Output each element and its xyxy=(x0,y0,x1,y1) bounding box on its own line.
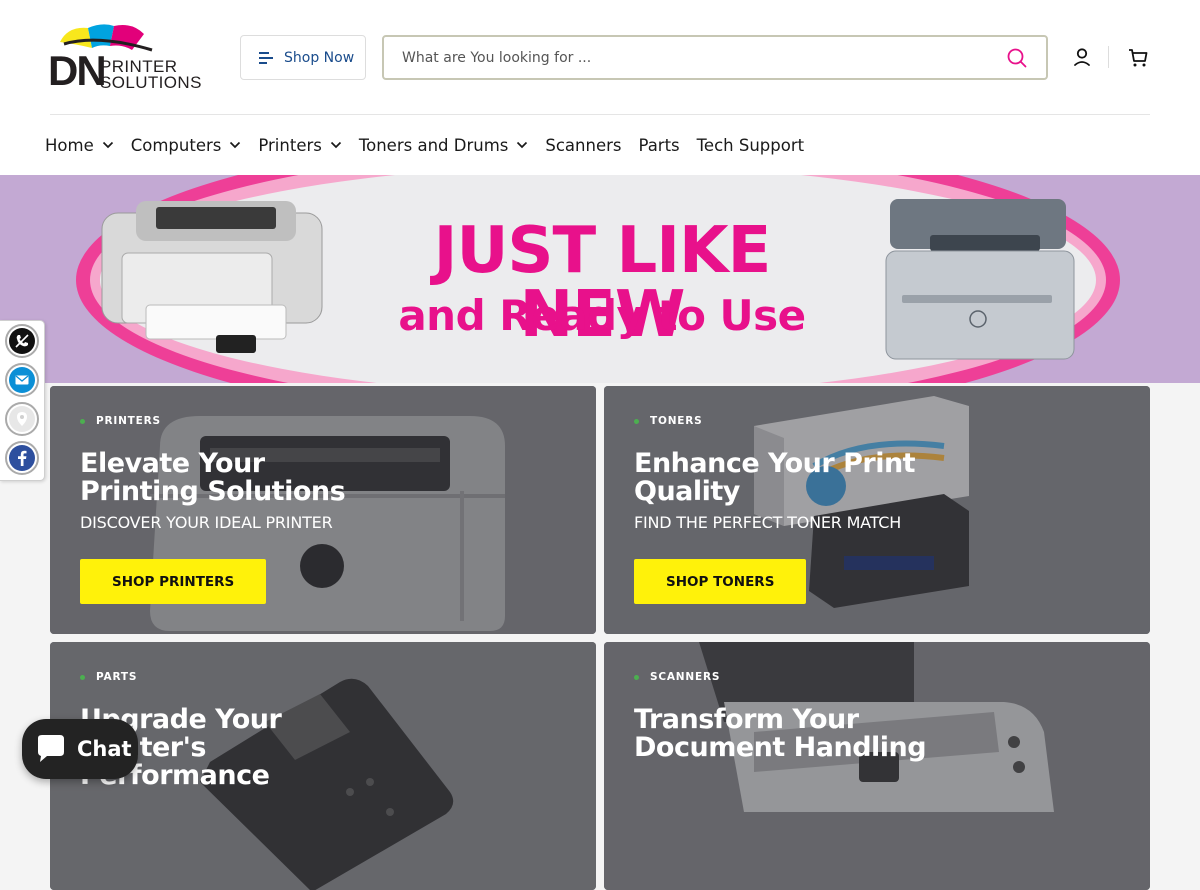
category-card-scanners[interactable]: SCANNERS Transform Your Document Handlin… xyxy=(604,642,1150,890)
hero-subheadline: and Ready to Use xyxy=(398,291,806,340)
site-header: DN PRINTER SOLUTIONS Shop Now Home Compu… xyxy=(0,0,1200,175)
card-title: Enhance Your Print Quality xyxy=(634,448,916,507)
chevron-down-icon xyxy=(517,141,528,149)
cart-icon[interactable] xyxy=(1126,45,1150,69)
card-title: Elevate Your Printing Solutions xyxy=(80,448,346,507)
phone-button[interactable] xyxy=(5,324,39,358)
card-eyebrow: PARTS xyxy=(80,671,137,683)
laser-printer-image xyxy=(101,201,323,353)
nav-label: Tech Support xyxy=(696,135,805,155)
card-subtitle: FIND THE PERFECT TONER MATCH xyxy=(634,513,902,532)
search-icon[interactable] xyxy=(1006,47,1028,69)
card-eyebrow: TONERS xyxy=(634,415,703,427)
site-logo[interactable]: DN PRINTER SOLUTIONS xyxy=(48,20,204,94)
facebook-button[interactable] xyxy=(5,441,39,475)
nav-item-scanners[interactable]: Scanners xyxy=(545,136,621,155)
search-input[interactable] xyxy=(402,47,982,69)
shop-toners-button[interactable]: SHOP TONERS xyxy=(634,559,807,604)
nav-label: Home xyxy=(45,135,94,155)
facebook-icon xyxy=(9,445,35,471)
logo-dn-text: DN xyxy=(48,47,107,94)
logo-wordmark: PRINTER SOLUTIONS xyxy=(100,58,202,92)
card-eyebrow-label: PRINTERS xyxy=(96,415,161,427)
header-rule xyxy=(50,114,1150,115)
user-icon[interactable] xyxy=(1071,46,1093,68)
location-button[interactable] xyxy=(5,402,39,436)
chat-bubble-icon xyxy=(38,735,64,762)
multifunction-printer-image xyxy=(885,199,1075,360)
search-bar xyxy=(382,35,1048,80)
card-subtitle: DISCOVER YOUR IDEAL PRINTER xyxy=(80,513,333,532)
menu-icon xyxy=(259,51,273,64)
email-icon xyxy=(9,367,35,393)
main-nav: Home Computers Printers Toners and Drums… xyxy=(45,132,821,158)
chat-button[interactable]: Chat xyxy=(22,719,138,779)
category-card-toners[interactable]: TONERS Enhance Your Print Quality FIND T… xyxy=(604,386,1150,634)
chat-label: Chat xyxy=(77,737,132,761)
nav-label: Parts xyxy=(638,135,680,155)
card-eyebrow-label: TONERS xyxy=(650,415,703,427)
card-eyebrow: PRINTERS xyxy=(80,415,161,427)
nav-item-computers[interactable]: Computers xyxy=(131,136,242,155)
shop-now-label: Shop Now xyxy=(284,49,355,66)
card-eyebrow-label: SCANNERS xyxy=(650,671,721,683)
nav-label: Computers xyxy=(130,135,222,155)
shop-printers-button[interactable]: SHOP PRINTERS xyxy=(80,559,267,604)
card-eyebrow: SCANNERS xyxy=(634,671,720,683)
location-icon xyxy=(9,406,35,432)
card-title: Transform Your Document Handling xyxy=(634,704,927,763)
chevron-down-icon xyxy=(230,141,241,149)
nav-item-printers[interactable]: Printers xyxy=(258,136,342,155)
chevron-down-icon xyxy=(102,141,113,149)
nav-label: Scanners xyxy=(545,135,622,155)
nav-item-home[interactable]: Home xyxy=(45,136,114,155)
nav-label: Printers xyxy=(258,135,322,155)
category-card-printers[interactable]: PRINTERS Elevate Your Printing Solutions… xyxy=(50,386,596,634)
email-button[interactable] xyxy=(5,363,39,397)
shop-now-button[interactable]: Shop Now xyxy=(240,35,366,80)
nav-item-tech-support[interactable]: Tech Support xyxy=(697,136,804,155)
nav-label: Toners and Drums xyxy=(358,135,509,155)
social-sidebar xyxy=(0,320,45,481)
nav-item-toners-and-drums[interactable]: Toners and Drums xyxy=(359,136,529,155)
nav-item-parts[interactable]: Parts xyxy=(638,136,679,155)
logo-line-solutions: SOLUTIONS xyxy=(100,73,202,92)
chevron-down-icon xyxy=(330,141,341,149)
phone-icon xyxy=(9,328,35,354)
hero-banner[interactable]: JUST LIKE NEW and Ready to Use xyxy=(0,175,1200,383)
card-eyebrow-label: PARTS xyxy=(96,671,138,683)
header-divider xyxy=(1108,46,1109,68)
